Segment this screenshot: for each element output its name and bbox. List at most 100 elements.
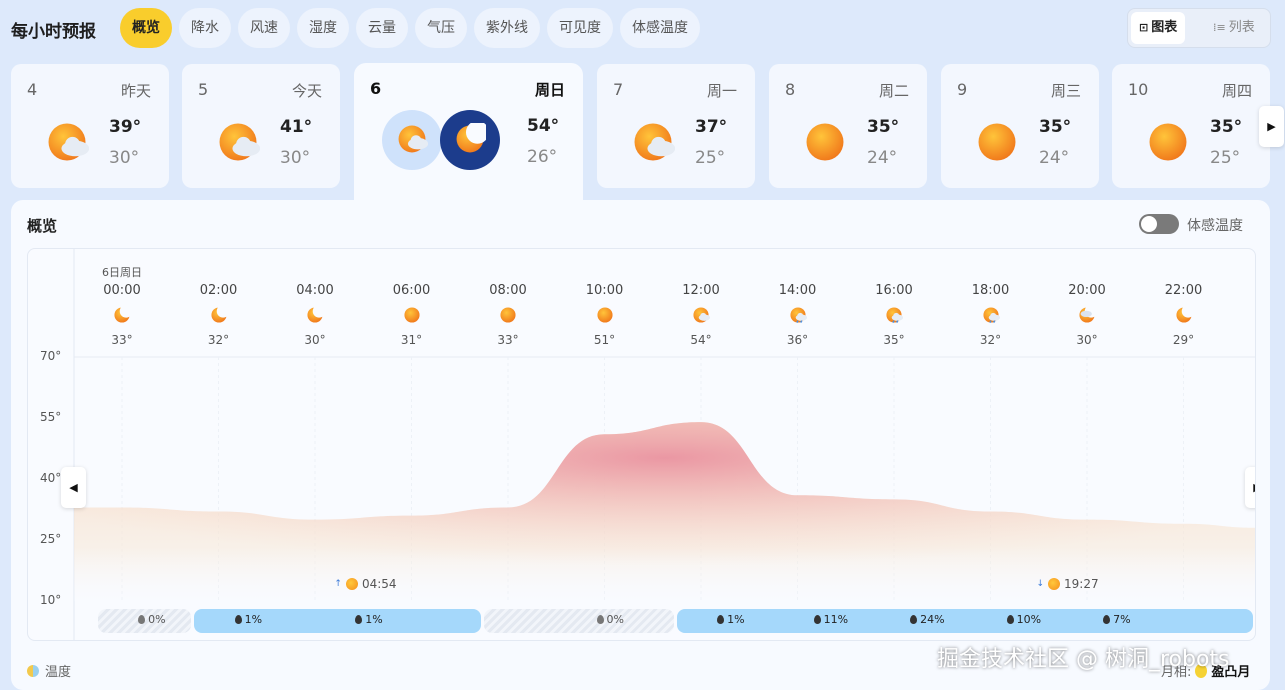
y-tick-label: 10° xyxy=(40,593,62,607)
panel-title: 概览 xyxy=(27,217,58,235)
chart-prev-button[interactable]: ◀ xyxy=(61,467,86,508)
precip-label: 24% xyxy=(910,613,945,626)
day-high-temp: 54° xyxy=(527,116,560,136)
feels-like-toggle[interactable] xyxy=(1139,214,1179,234)
tab-4[interactable]: 云量 xyxy=(356,8,408,48)
tab-8[interactable]: 体感温度 xyxy=(620,8,700,48)
tab-7[interactable]: 可见度 xyxy=(547,8,613,48)
precip-label: 1% xyxy=(717,613,745,626)
day-number: 8 xyxy=(785,80,796,99)
day-high-temp: 37° xyxy=(695,117,728,137)
hour-temp: 30° xyxy=(1076,333,1098,347)
y-tick-label: 55° xyxy=(40,410,62,424)
precip-value: 1% xyxy=(727,613,745,626)
caret-left-icon: ◀ xyxy=(69,481,78,494)
hour-time: 14:00 xyxy=(778,283,817,298)
precip-label: 0% xyxy=(596,613,624,626)
app-title: 每小时预报 xyxy=(11,22,96,42)
hour-temp: 31° xyxy=(400,333,423,347)
precip-label: 1% xyxy=(355,613,383,626)
sun-cloud-icon xyxy=(631,120,676,162)
sun-icon xyxy=(975,120,1017,162)
hour-time: 18:00 xyxy=(971,283,1010,298)
hour-time: 10:00 xyxy=(585,283,624,298)
raindrop-icon xyxy=(138,615,146,624)
y-tick-label: 25° xyxy=(40,532,62,546)
chart-view-label: 图表 xyxy=(1151,20,1178,35)
chart-next-button[interactable]: ▶ xyxy=(1245,467,1255,508)
tab-bar: 概览 降水 风速 湿度 云量 气压 紫外线 可见度 体感温度 xyxy=(120,8,700,48)
sunset-time: 19:27 xyxy=(1064,577,1099,591)
chart-view-button[interactable]: ⊡ 图表 xyxy=(1131,12,1186,44)
sun-icon xyxy=(803,120,845,162)
days-next-button[interactable]: ▶ xyxy=(1259,106,1284,147)
tab-1[interactable]: 降水 xyxy=(179,8,231,48)
hour-time: 16:00 xyxy=(875,283,913,298)
day-number: 5 xyxy=(198,80,209,99)
toggle-knob xyxy=(1141,216,1157,232)
sun-icon xyxy=(345,578,358,590)
day-card[interactable]: 6 周日 54° 26° xyxy=(354,63,583,213)
hour-temp: 32° xyxy=(207,333,230,347)
day-card[interactable]: 9 周三 35° 24° xyxy=(941,64,1099,188)
day-card[interactable]: 10 周四 35° 25° xyxy=(1112,64,1270,188)
precip-value: 11% xyxy=(823,613,849,626)
moon-cloud-icon xyxy=(1078,306,1096,324)
hour-temp: 30° xyxy=(304,333,326,347)
hour-time: 06:00 xyxy=(392,283,431,298)
hour-temp: 29° xyxy=(1172,333,1195,347)
sun-rain-icon xyxy=(885,306,903,324)
day-low-temp: 26° xyxy=(527,147,558,167)
raindrop-icon xyxy=(1103,615,1111,624)
precip-value: 24% xyxy=(920,613,945,626)
day-card[interactable]: 8 周二 35° 24° xyxy=(769,64,927,188)
day-low-temp: 25° xyxy=(1210,148,1241,168)
arrow-up-icon: ↑ xyxy=(334,579,342,589)
hour-temp: 32° xyxy=(979,333,1002,347)
tab-0[interactable]: 概览 xyxy=(120,8,172,48)
day-low-temp: 25° xyxy=(695,148,726,168)
moon-icon xyxy=(306,306,324,324)
tab-2[interactable]: 风速 xyxy=(238,8,290,48)
hour-temp: 35° xyxy=(883,333,905,347)
list-view-label: 列表 xyxy=(1228,20,1255,35)
day-high-temp: 35° xyxy=(867,117,900,137)
precip-bar-rain xyxy=(676,609,1253,633)
tab-6[interactable]: 紫外线 xyxy=(474,8,540,48)
tab-5[interactable]: 气压 xyxy=(415,8,467,48)
day-number: 7 xyxy=(613,80,624,99)
day-number: 10 xyxy=(1128,80,1149,99)
raindrop-icon xyxy=(1006,615,1014,624)
raindrop-icon xyxy=(813,615,821,624)
precip-label: 7% xyxy=(1103,613,1131,626)
sun-rain-icon xyxy=(982,306,1000,324)
day-night-icon xyxy=(382,110,502,172)
precip-value: 10% xyxy=(1016,613,1042,626)
tab-3[interactable]: 湿度 xyxy=(297,8,349,48)
precip-value: 7% xyxy=(1113,613,1131,626)
hour-time: 00:00 xyxy=(103,283,141,298)
feels-like-label: 体感温度 xyxy=(1187,218,1243,234)
precip-value: 1% xyxy=(365,613,383,626)
day-card[interactable]: 7 周一 37° 25° xyxy=(597,64,755,188)
hour-time: 02:00 xyxy=(199,283,238,298)
list-view-button[interactable]: ⁞≡ 列表 xyxy=(1205,12,1263,44)
chart-icon: ⊡ xyxy=(1139,21,1149,34)
raindrop-icon xyxy=(717,615,725,624)
precip-label: 1% xyxy=(234,613,262,626)
raindrop-icon xyxy=(355,615,363,624)
day-number: 9 xyxy=(957,80,968,99)
day-card[interactable]: 5 今天 41° 30° xyxy=(182,64,340,188)
precip-label: 0% xyxy=(138,613,166,626)
sun-rain-icon xyxy=(789,306,807,324)
moon-icon xyxy=(113,306,131,324)
date-label: 6日周日 xyxy=(102,266,142,279)
y-tick-label: 40° xyxy=(40,471,62,485)
hour-temp: 51° xyxy=(593,333,616,347)
temperature-legend-icon xyxy=(27,664,39,677)
precip-label: 11% xyxy=(813,613,849,626)
raindrop-icon xyxy=(910,615,918,624)
day-card[interactable]: 4 昨天 39° 30° xyxy=(11,64,169,188)
sun-icon xyxy=(1146,120,1188,162)
legend-label: 温度 xyxy=(45,665,72,680)
